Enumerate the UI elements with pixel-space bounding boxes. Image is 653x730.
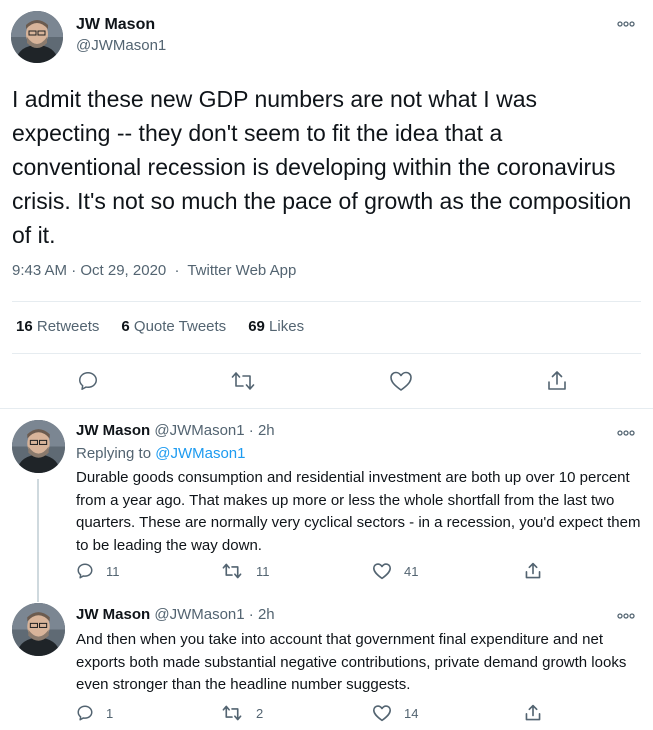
reply-count: 1 bbox=[106, 705, 114, 721]
reply-action-reply[interactable]: 1 bbox=[76, 704, 113, 722]
reply-time[interactable]: · 2h bbox=[249, 606, 275, 623]
like-count: 14 bbox=[404, 705, 419, 721]
more-icon[interactable] bbox=[616, 16, 636, 32]
handle[interactable]: @JWMason1 bbox=[76, 37, 166, 54]
replying-to: Replying to @JWMason1 bbox=[76, 445, 245, 462]
likes-stat[interactable]: 69 Likes bbox=[248, 318, 304, 335]
quotes-label: Quote Tweets bbox=[133, 318, 227, 335]
reply-action-retweet[interactable]: 11 bbox=[222, 562, 270, 580]
quote-tweets-stat[interactable]: 6 Quote Tweets bbox=[121, 318, 226, 335]
meta-separator: · bbox=[174, 262, 180, 279]
tweet-meta: 9:43 AM · Oct 29, 2020 · Twitter Web App bbox=[12, 262, 296, 279]
thread-line bbox=[37, 592, 39, 602]
share-icon bbox=[525, 704, 541, 721]
tweet-stats: 16 Retweets 6 Quote Tweets 69 Likes bbox=[16, 318, 304, 335]
handle[interactable]: @JWMason1 bbox=[154, 422, 244, 439]
reply-tweet[interactable]: JW Mason @JWMason1 · 2h And then when yo… bbox=[0, 592, 653, 730]
avatar[interactable] bbox=[12, 420, 65, 473]
retweets-stat[interactable]: 16 Retweets bbox=[16, 318, 99, 335]
replying-handle[interactable]: @JWMason1 bbox=[155, 445, 245, 462]
likes-count: 69 bbox=[248, 318, 265, 335]
retweets-label: Retweets bbox=[36, 318, 100, 335]
display-name[interactable]: JW Mason bbox=[76, 16, 155, 34]
reply-icon bbox=[77, 563, 93, 579]
reply-icon bbox=[79, 372, 97, 390]
reply-time[interactable]: · 2h bbox=[249, 422, 275, 439]
avatar[interactable] bbox=[11, 11, 63, 63]
divider bbox=[12, 301, 641, 302]
reply-text: Durable goods consumption and residentia… bbox=[76, 469, 641, 554]
reply-text: And then when you take into account that… bbox=[76, 631, 627, 693]
tweet-thread: JW Mason @JWMason1 I admit these new GDP… bbox=[0, 0, 653, 730]
retweet-icon bbox=[222, 705, 242, 721]
reply-action-share[interactable] bbox=[524, 704, 542, 722]
thread-line bbox=[37, 479, 39, 592]
retweet-icon bbox=[231, 372, 255, 390]
reply-tweet[interactable]: JW Mason @JWMason1 · 2h Replying to @JWM… bbox=[0, 409, 653, 592]
reply-header: JW Mason @JWMason1 · 2h bbox=[76, 606, 275, 623]
heart-icon bbox=[390, 371, 412, 391]
main-tweet: JW Mason @JWMason1 I admit these new GDP… bbox=[0, 0, 653, 410]
reply-action-like[interactable]: 41 bbox=[372, 562, 418, 580]
heart-icon bbox=[373, 563, 391, 580]
retweet-count: 11 bbox=[256, 563, 270, 579]
reply-action-share[interactable] bbox=[524, 562, 542, 580]
handle[interactable]: @JWMason1 bbox=[154, 606, 244, 623]
retweets-count: 16 bbox=[16, 318, 33, 335]
tweet-text: I admit these new GDP numbers are not wh… bbox=[12, 86, 632, 248]
like-count: 41 bbox=[404, 563, 419, 579]
retweet-icon bbox=[222, 563, 242, 579]
reply-icon bbox=[77, 705, 93, 721]
retweet-count: 2 bbox=[256, 705, 264, 721]
reply-action-retweet[interactable]: 2 bbox=[222, 704, 263, 722]
share-button[interactable] bbox=[546, 370, 568, 397]
retweet-button[interactable] bbox=[231, 370, 255, 397]
tweet-source[interactable]: Twitter Web App bbox=[187, 262, 296, 279]
likes-label: Likes bbox=[269, 318, 305, 335]
more-icon[interactable] bbox=[616, 608, 636, 624]
share-icon bbox=[525, 562, 541, 579]
replying-label: Replying to bbox=[76, 445, 152, 462]
display-name[interactable]: JW Mason bbox=[76, 422, 150, 439]
reply-button[interactable] bbox=[77, 370, 99, 397]
more-icon[interactable] bbox=[616, 425, 636, 441]
reply-action-like[interactable]: 14 bbox=[372, 704, 418, 722]
reply-header: JW Mason @JWMason1 · 2h bbox=[76, 422, 275, 439]
divider bbox=[12, 353, 641, 354]
reply-action-reply[interactable]: 11 bbox=[76, 562, 120, 580]
like-button[interactable] bbox=[389, 370, 413, 397]
reply-count: 11 bbox=[106, 563, 120, 579]
heart-icon bbox=[373, 705, 391, 722]
quotes-count: 6 bbox=[121, 318, 130, 335]
tweet-timestamp[interactable]: 9:43 AM · Oct 29, 2020 bbox=[12, 262, 166, 279]
share-icon bbox=[548, 371, 566, 390]
display-name[interactable]: JW Mason bbox=[76, 606, 150, 623]
avatar[interactable] bbox=[12, 603, 65, 656]
